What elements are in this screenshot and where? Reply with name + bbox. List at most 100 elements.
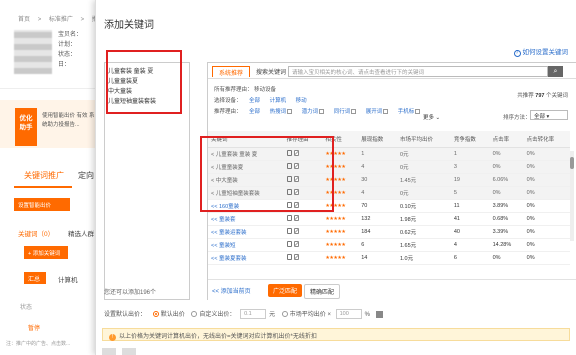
table-row[interactable]: << 160童装 ★★★★★ 70 0.10元 11 3.89% 0% xyxy=(208,199,570,213)
reason-option-expand[interactable]: 展开词 xyxy=(366,109,383,115)
relevance-cell: ★★★★★ xyxy=(322,147,359,161)
checkbox[interactable] xyxy=(351,109,357,115)
reason-option-potential[interactable]: 潜力词 xyxy=(302,109,319,115)
device-option-all[interactable]: 全部 xyxy=(249,98,260,104)
selected-keyword[interactable]: 儿童套装 童装 夏 xyxy=(108,67,156,77)
reason-option-all[interactable]: 全部 xyxy=(249,109,260,115)
keyword-cell[interactable]: << 童装运套装 xyxy=(208,225,284,239)
selected-keywords-panel[interactable]: 儿童套装 童装 夏 儿童童装夏 中大童装 儿童短袖童装套装 xyxy=(104,62,190,300)
selected-keyword[interactable]: 中大童装 xyxy=(108,87,156,97)
reason-option-peer[interactable]: 同行词 xyxy=(334,109,351,115)
custom-bid-input[interactable]: 0.1 xyxy=(240,309,267,320)
tab-targeting[interactable]: 定向 xyxy=(78,170,94,181)
add-current-page-link[interactable]: << 添加当前页 xyxy=(212,286,251,295)
tab-search-keyword[interactable]: 搜索关键词 xyxy=(256,67,286,76)
smart-bid-button[interactable]: 设置智能出价 xyxy=(14,198,70,211)
competition-cell: 19 xyxy=(450,173,490,187)
keyword-search-input[interactable]: 请输入宝贝相关的核心词、请点击查看进行下的关键词 xyxy=(288,66,548,77)
keyword-cell-value: << 童装夏套装 xyxy=(211,255,247,262)
competition-cell-value: 5 xyxy=(453,189,457,196)
multiply-sign: × xyxy=(327,312,331,318)
radio-default-bid[interactable] xyxy=(152,311,159,318)
cancel-button[interactable] xyxy=(122,348,136,355)
radio-market-avg[interactable] xyxy=(281,311,288,318)
broad-match-button[interactable]: 广泛匹配 xyxy=(268,284,303,297)
checkbox[interactable] xyxy=(383,109,389,115)
mobile-icon xyxy=(286,176,292,183)
col-keyword: 关键词 xyxy=(208,131,284,148)
reason-cell xyxy=(283,186,323,200)
checkbox[interactable] xyxy=(287,109,293,115)
cvr-cell-value: 0% xyxy=(526,228,535,235)
total-count: 797 xyxy=(535,93,545,99)
device-option-mobile[interactable]: 移动 xyxy=(296,98,307,104)
avg-bid-cell: 1.45元 xyxy=(396,173,451,187)
summary-button[interactable]: 汇总 xyxy=(24,272,46,284)
audience-tab[interactable]: 精选人群 xyxy=(68,228,94,238)
keyword-cell[interactable]: << 160童装 xyxy=(208,199,284,213)
sort-select[interactable]: 全部 ▾ xyxy=(530,110,568,120)
col-avg-bid[interactable]: 市场平均出价 xyxy=(396,131,451,148)
selected-keyword[interactable]: 儿童童装夏 xyxy=(108,77,156,87)
reason-option-mobile[interactable]: 手机标 xyxy=(398,109,415,115)
relevance-cell: ★★★★★ xyxy=(322,199,359,213)
keyword-cell[interactable]: < 中大童装 xyxy=(208,173,284,187)
breadcrumb-standard[interactable]: 标准推广 xyxy=(49,17,73,23)
footnote: 注：推广中的广告、点击数... xyxy=(6,341,71,347)
col-ctr[interactable]: 点击率 xyxy=(489,131,524,148)
table-row[interactable]: << 童装短 ★★★★★ 6 1.65元 4 14.28% 0% xyxy=(208,238,570,252)
tab-system-recommend[interactable]: 系统推荐 xyxy=(212,66,251,77)
col-cvr[interactable]: 点击转化率 xyxy=(523,131,570,148)
table-row[interactable]: << 童装运套装 ★★★★★ 184 0.62元 40 3.39% 0% xyxy=(208,225,570,239)
impressions-cell-value: 132 xyxy=(361,215,371,222)
exact-match-button[interactable]: 精确匹配 xyxy=(304,284,341,299)
col-relevance[interactable]: 相关性 xyxy=(322,131,359,148)
keyword-cell[interactable]: < 儿童童装夏 xyxy=(208,160,284,174)
confirm-button[interactable] xyxy=(102,348,116,355)
table-row[interactable]: < 儿童童装夏 ★★★★★ 4 0元 3 0% 0% xyxy=(208,160,570,174)
save-icon[interactable] xyxy=(375,310,383,318)
ctr-cell: 0% xyxy=(489,186,524,200)
relevance-cell: ★★★★★ xyxy=(322,186,359,200)
keyword-cell[interactable]: < 儿童短袖童装套装 xyxy=(208,186,284,200)
keyword-cell[interactable]: << 童装夏套装 xyxy=(208,251,284,265)
col-impressions[interactable]: 展现指数 xyxy=(358,131,397,148)
col-competition[interactable]: 竞争指数 xyxy=(450,131,490,148)
reason-cell xyxy=(283,251,323,265)
info-line: 计划： xyxy=(58,42,77,48)
checkbox[interactable] xyxy=(415,109,421,115)
table-row[interactable]: << 童装套 ★★★★★ 132 1.98元 41 0.68% 0% xyxy=(208,212,570,226)
tab-keyword-promo[interactable]: 关键词推广 xyxy=(24,170,64,181)
keyword-count-tab[interactable]: 关键词（0） xyxy=(18,228,54,238)
search-icon[interactable]: ⌕ xyxy=(548,66,563,77)
optimizer-badge[interactable]: 优化助手 xyxy=(15,108,37,146)
device-option-computer[interactable]: 计算机 xyxy=(270,98,287,104)
add-keyword-button[interactable]: + 添加关键词 xyxy=(24,246,68,259)
impressions-cell: 1 xyxy=(358,147,397,161)
selected-keyword[interactable]: 儿童短袖童装套装 xyxy=(108,97,156,107)
keyword-cell[interactable]: << 童装套 xyxy=(208,212,284,226)
table-row[interactable]: < 儿童套装 童装 夏 ★★★★★ 1 0元 1 0% 0% xyxy=(208,147,570,161)
keyword-cell[interactable]: < 儿童套装 童装 夏 xyxy=(208,147,284,161)
reason-option-hot[interactable]: 热搜词 xyxy=(270,109,287,115)
checkbox[interactable] xyxy=(319,109,325,115)
table-row[interactable]: < 儿童短袖童装套装 ★★★★★ 4 0元 5 0% 0% xyxy=(208,186,570,200)
radio-custom-bid[interactable] xyxy=(191,311,198,318)
table-row[interactable]: << 童装夏套装 ★★★★★ 14 1.0元 6 0% 0% xyxy=(208,251,570,265)
ctr-cell-value: 0% xyxy=(492,189,501,196)
image-icon xyxy=(293,228,299,235)
market-percent-input[interactable]: 100 xyxy=(335,309,362,320)
scrollbar-thumb[interactable] xyxy=(570,157,574,169)
avg-bid-cell: 1.98元 xyxy=(396,212,451,226)
table-row[interactable]: < 中大童装 ★★★★★ 30 1.45元 19 6.06% 0% xyxy=(208,173,570,187)
help-link[interactable]: ? 如何设置关键词 xyxy=(513,46,568,57)
pause-link[interactable]: 暂停 xyxy=(28,323,40,332)
mobile-icon xyxy=(286,150,292,157)
breadcrumb-sep: > xyxy=(80,17,85,23)
table-header: 关键词 推荐理由 相关性 展现指数 市场平均出价 竞争指数 点击率 点击转化率 xyxy=(208,131,570,148)
more-filters[interactable]: 更多 ⌄ xyxy=(423,113,440,121)
mobile-icon xyxy=(286,228,292,235)
breadcrumb-home[interactable]: 首页 xyxy=(18,17,30,23)
keyword-cell[interactable]: << 童装短 xyxy=(208,238,284,252)
avg-bid-cell-value: 1.98元 xyxy=(399,216,417,223)
